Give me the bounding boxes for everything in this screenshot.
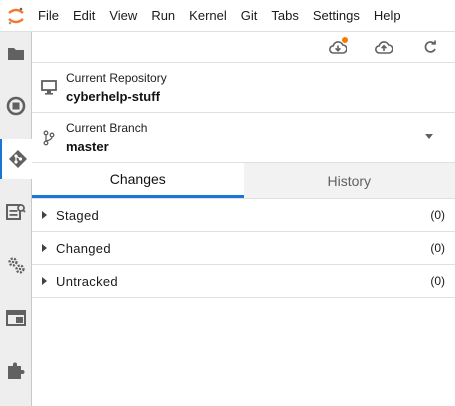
tabs-icon xyxy=(6,310,26,326)
section-title: Changed xyxy=(56,240,111,256)
menu-bar: File Edit View Run Kernel Git Tabs Setti… xyxy=(0,0,455,32)
pull-button[interactable] xyxy=(325,35,351,59)
left-sidebar-tabs xyxy=(0,32,33,406)
git-icon xyxy=(8,150,27,168)
repository-name: cyberhelp-stuff xyxy=(66,88,160,104)
extension-manager-tab[interactable] xyxy=(0,351,32,391)
menu-run[interactable]: Run xyxy=(144,0,182,32)
open-tabs-tab[interactable] xyxy=(0,298,32,338)
jupyter-logo-icon xyxy=(0,0,32,32)
branch-label: Current Branch xyxy=(66,120,148,135)
menu-tabs[interactable]: Tabs xyxy=(264,0,305,32)
caret-right-icon xyxy=(42,277,56,285)
puzzle-icon xyxy=(8,362,25,379)
menu-kernel[interactable]: Kernel xyxy=(182,0,234,32)
file-browser-tab[interactable] xyxy=(0,34,32,74)
section-staged[interactable]: Staged (0) xyxy=(32,199,455,232)
caret-down-icon[interactable] xyxy=(425,134,433,140)
property-inspector-tab[interactable] xyxy=(0,192,32,232)
menu-edit[interactable]: Edit xyxy=(66,0,102,32)
menu-help[interactable]: Help xyxy=(367,0,408,32)
git-tab[interactable] xyxy=(0,139,33,179)
branch-icon xyxy=(32,130,66,146)
section-count: (0) xyxy=(430,241,445,255)
branch-name: master xyxy=(66,138,109,154)
section-untracked[interactable]: Untracked (0) xyxy=(32,265,455,298)
caret-right-icon xyxy=(42,244,56,252)
running-icon xyxy=(6,96,26,116)
push-button[interactable] xyxy=(371,35,397,59)
git-panel: Current Repository cyberhelp-stuff Curre… xyxy=(32,32,455,406)
pull-badge xyxy=(342,37,348,43)
section-changed[interactable]: Changed (0) xyxy=(32,232,455,265)
menu-file[interactable]: File xyxy=(32,0,66,32)
section-count: (0) xyxy=(430,208,445,222)
git-tabs: Changes History xyxy=(32,163,455,199)
extension-settings-tab[interactable] xyxy=(0,245,32,285)
tab-changes[interactable]: Changes xyxy=(32,163,244,198)
refresh-button[interactable] xyxy=(417,35,443,59)
current-repository[interactable]: Current Repository cyberhelp-stuff xyxy=(32,63,455,113)
section-title: Untracked xyxy=(56,273,118,289)
menu-git[interactable]: Git xyxy=(234,0,265,32)
property-inspector-icon xyxy=(6,204,26,220)
section-count: (0) xyxy=(430,274,445,288)
repository-label: Current Repository xyxy=(66,70,167,85)
menu-settings[interactable]: Settings xyxy=(306,0,367,32)
refresh-icon xyxy=(424,40,436,53)
section-title: Staged xyxy=(56,207,100,223)
gear-icon xyxy=(8,257,25,274)
running-sessions-tab[interactable] xyxy=(0,86,32,126)
current-branch[interactable]: Current Branch master xyxy=(32,113,455,163)
tab-history[interactable]: History xyxy=(243,163,455,198)
desktop-icon xyxy=(32,80,66,95)
caret-right-icon xyxy=(42,211,56,219)
cloud-upload-icon xyxy=(375,41,393,54)
git-toolbar xyxy=(32,32,455,63)
menu-view[interactable]: View xyxy=(102,0,144,32)
folder-icon xyxy=(8,48,24,60)
